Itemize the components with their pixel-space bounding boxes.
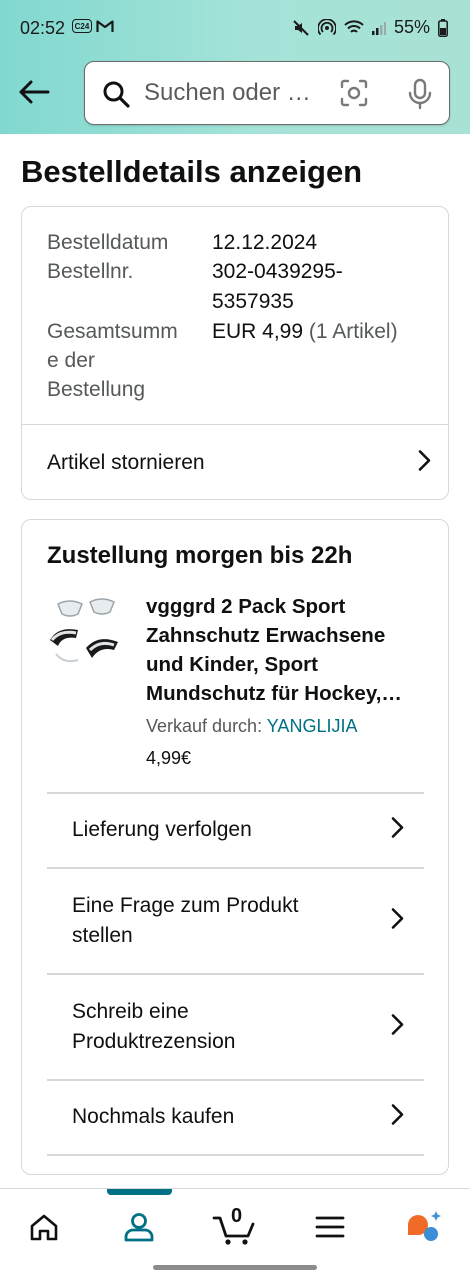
seller-name-link[interactable]: YANGLIJIA: [267, 716, 358, 736]
bottom-navigation: 0: [0, 1188, 470, 1280]
active-tab-indicator: [107, 1189, 172, 1195]
status-system-icons: 55%: [292, 17, 448, 38]
shipment-card: Zustellung morgen bis 22h vgggrd 2 Pack …: [21, 519, 449, 1175]
cart-count-badge: 0: [231, 1205, 243, 1227]
product-image[interactable]: [48, 596, 122, 672]
battery-level: 55%: [393, 17, 430, 37]
nav-account[interactable]: [117, 1207, 161, 1247]
order-date-label: Bestelldatum: [47, 231, 169, 254]
order-total-item-count: (1 Artikel): [308, 320, 398, 343]
status-time: 02:52: [20, 18, 66, 38]
hotspot-icon: [317, 18, 336, 37]
carrier-badge-icon: C24: [72, 19, 92, 33]
buy-again-row[interactable]: Nochmals kaufen: [72, 1080, 404, 1154]
back-button[interactable]: [14, 72, 54, 112]
order-total-value: EUR 4,99 (1 Artikel): [212, 317, 398, 347]
battery-icon: [438, 18, 448, 37]
cancel-items-row[interactable]: Artikel stornieren: [47, 425, 431, 500]
gmail-icon: [96, 19, 114, 33]
camera-scan-icon[interactable]: [339, 78, 369, 113]
status-bar: 02:52 C24 55%: [0, 0, 470, 58]
order-date-value: 12.12.2024: [212, 231, 318, 254]
ask-product-question-label: Eine Frage zum Produkt stellen: [72, 891, 298, 951]
wifi-icon: [344, 19, 364, 36]
write-review-label-line2: Produktrezension: [72, 1030, 236, 1053]
product-title-link[interactable]: vgggrd 2 Pack Sport Zahnschutz Erwachsen…: [146, 592, 426, 708]
write-review-row[interactable]: Schreib eine Produktrezension: [72, 975, 404, 1079]
nav-cart[interactable]: 0: [210, 1205, 258, 1247]
status-notification-icons: C24: [72, 19, 114, 33]
page-title: Bestelldetails anzeigen: [21, 154, 363, 189]
order-total-label-line2: e der: [47, 349, 95, 372]
delivery-heading: Zustellung morgen bis 22h: [47, 542, 353, 569]
account-icon: [124, 1213, 154, 1242]
signal-icon: [371, 21, 386, 35]
microphone-icon[interactable]: [407, 78, 433, 115]
ask-product-question-label-line1: Eine Frage zum Produkt: [72, 894, 299, 917]
track-package-label: Lieferung verfolgen: [72, 818, 252, 841]
track-package-row[interactable]: Lieferung verfolgen: [72, 793, 404, 867]
ask-product-question-row[interactable]: Eine Frage zum Produkt stellen: [72, 869, 404, 973]
write-review-label: Schreib eine Produktrezension: [72, 997, 235, 1057]
search-icon: [102, 80, 130, 113]
menu-icon: [315, 1216, 345, 1238]
seller-line: Verkauf durch: YANGLIJIA: [146, 716, 357, 737]
chevron-right-icon: [390, 817, 404, 844]
order-total-amount: EUR 4,99: [212, 320, 304, 343]
cancel-items-label: Artikel stornieren: [47, 450, 205, 474]
home-icon: [30, 1214, 58, 1241]
mute-icon: [292, 19, 310, 37]
nav-home[interactable]: [22, 1207, 66, 1247]
rufus-assistant-icon: [408, 1211, 441, 1241]
ask-product-question-label-line2: stellen: [72, 924, 133, 947]
app-header: 02:52 C24 55%: [0, 0, 470, 134]
action-divider: [47, 1154, 424, 1156]
buy-again-label: Nochmals kaufen: [72, 1105, 235, 1128]
order-number-value-line2: 5357935: [212, 290, 294, 313]
order-total-label-line3: Bestellung: [47, 378, 146, 401]
order-number-label: Bestellnr.: [47, 260, 134, 283]
order-summary-card: Bestelldatum 12.12.2024 Bestellnr. 302-0…: [21, 206, 449, 500]
product-price: 4,99€: [146, 748, 192, 768]
search-input[interactable]: [144, 76, 324, 110]
nav-rufus-assistant[interactable]: [402, 1207, 446, 1247]
nav-menu[interactable]: [308, 1207, 352, 1247]
gesture-navigation-bar[interactable]: [153, 1265, 317, 1270]
back-arrow-icon: [19, 80, 50, 104]
chevron-right-icon: [417, 449, 431, 476]
order-total-label-line1: Gesamtsumm: [47, 320, 178, 343]
search-bar[interactable]: [84, 61, 450, 125]
write-review-label-line1: Schreib eine: [72, 1000, 189, 1023]
chevron-right-icon: [390, 1014, 404, 1041]
chevron-right-icon: [390, 908, 404, 935]
order-number-value-line1: 302-0439295-: [212, 260, 343, 283]
chevron-right-icon: [390, 1104, 404, 1131]
seller-prefix: Verkauf durch:: [146, 716, 263, 736]
